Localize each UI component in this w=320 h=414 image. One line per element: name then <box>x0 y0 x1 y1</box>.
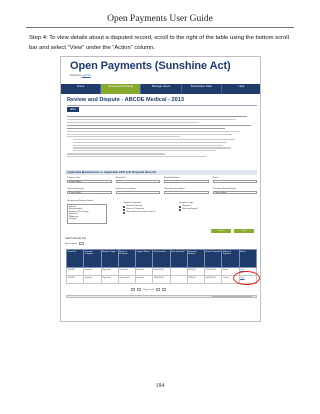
logout-link[interactable]: Log Out <box>82 74 91 77</box>
cell: $500.00 <box>186 267 206 276</box>
prev-page-button[interactable] <box>137 288 141 291</box>
table-row: 1001234 General Physician John Doe Initi… <box>65 267 258 276</box>
intro-paragraph <box>67 116 255 159</box>
cell: 05/05/2014 <box>152 267 171 276</box>
cell: 1001235 <box>65 275 85 284</box>
nav-manage-users[interactable]: Manage Users <box>141 84 182 94</box>
checkbox-icon[interactable] <box>123 211 125 214</box>
cell: $120.00 <box>186 275 206 284</box>
results-per-page: Show entries <box>65 242 84 245</box>
year-badge[interactable]: 2013 <box>67 107 79 112</box>
first-page-button[interactable] <box>131 288 135 291</box>
table-row: 1001235 General Physician Jane Smith Ini… <box>65 275 258 284</box>
next-page-button[interactable] <box>156 288 161 291</box>
cell: 05/06/2014 <box>152 275 171 284</box>
recipient-type-select[interactable]: Please Select <box>67 191 112 195</box>
payment-category-group: Payment Category General Payments Resear… <box>123 202 155 214</box>
cell: General <box>83 275 102 284</box>
col-recipient-type[interactable]: Recipient Type <box>100 249 119 268</box>
physician-first-name-input[interactable] <box>164 191 209 195</box>
col-reported-amount[interactable]: Reported Amount <box>186 249 206 268</box>
nav-review-dispute[interactable]: Review and Dispute <box>101 84 142 94</box>
table-header-row: Record ID Payment Category Recipient Typ… <box>65 249 258 268</box>
listbox-option[interactable]: Pending <box>69 218 105 221</box>
page-title: Review and Dispute - ABCDE Medical - 201… <box>67 97 184 103</box>
col-payment-category[interactable]: Payment Category <box>83 249 102 268</box>
recipient-type-group: Recipient Type Physician Teaching Hospit… <box>179 202 198 211</box>
checkbox-ownership[interactable]: Ownership or Investment Interest <box>123 211 155 214</box>
embedded-screenshot: Open Payments (Sunshine Act) Welcome Log… <box>60 56 261 322</box>
checkbox-label: Ownership or Investment Interest <box>126 211 156 213</box>
col-date-resolved[interactable]: Date Resolved <box>169 249 188 268</box>
col-date-of-payment[interactable]: Date of Payment <box>204 249 223 268</box>
pager-text: Page 1 of 1 <box>143 288 155 291</box>
cell: General <box>83 267 102 276</box>
search-button[interactable]: Search <box>211 229 231 234</box>
cell: Physician <box>100 275 119 284</box>
col-date-initiated[interactable]: Date Initiated <box>152 249 171 268</box>
title-divider <box>67 105 257 106</box>
col-record-id[interactable]: Record ID <box>65 249 85 268</box>
cell: 1001234 <box>65 267 85 276</box>
checkbox-icon[interactable] <box>179 205 181 208</box>
clear-button[interactable]: Clear <box>234 229 254 234</box>
checkbox-icon[interactable] <box>123 205 125 208</box>
name-input[interactable] <box>212 180 257 184</box>
checkbox-icon[interactable] <box>123 208 125 211</box>
cell: Jane Smith <box>117 275 137 284</box>
welcome-text: Welcome <box>70 74 81 77</box>
nav-submission-data[interactable]: Submission Data <box>182 84 222 94</box>
filters-section-heading: Applicable Manufacturer or Applicable GP… <box>65 170 257 175</box>
step-instruction: Step 4: To view details about a disputed… <box>29 35 289 51</box>
highlight-circle <box>233 271 260 285</box>
scroll-thumb[interactable] <box>212 296 252 299</box>
nav-home[interactable]: Home <box>61 84 102 94</box>
checkbox-icon[interactable] <box>179 208 181 211</box>
teaching-hospital-select[interactable]: Please Select <box>212 191 257 195</box>
app-header: Open Payments (Sunshine Act) Welcome Log… <box>61 57 260 84</box>
results-select-label: Show entries <box>65 242 78 245</box>
cell: Physician <box>100 267 119 276</box>
nav-help[interactable]: Help <box>222 84 260 94</box>
cell: Initiated <box>135 267 154 276</box>
record-id-input[interactable] <box>115 180 160 184</box>
physician-last-name-input[interactable] <box>115 191 160 195</box>
dispute-status-label: Review and Dispute Status <box>67 200 94 202</box>
page-number: 184 <box>155 383 165 389</box>
table-pager: Page 1 of 1 <box>131 288 167 291</box>
horizontal-scrollbar[interactable] <box>66 295 257 299</box>
last-page-button[interactable] <box>162 288 167 291</box>
results-select[interactable] <box>78 242 84 245</box>
checkbox-teaching-hospital[interactable]: Teaching Hospital <box>179 208 198 211</box>
reported-name-input[interactable] <box>164 180 209 184</box>
header-rule <box>26 27 294 28</box>
cell <box>169 267 188 276</box>
col-action[interactable]: Action <box>238 249 258 268</box>
col-dispute-status[interactable]: Dispute Status <box>135 249 154 268</box>
disputed-records-table: Record ID Payment Category Recipient Typ… <box>65 249 258 284</box>
app-subtitle: Welcome Log Out <box>70 74 91 77</box>
program-year-select[interactable]: Please Select <box>67 180 112 184</box>
results-heading: Search Results (12) <box>65 237 87 240</box>
document-header: Open Payments User Guide <box>107 14 213 24</box>
cell: Initiated <box>135 275 154 284</box>
filter-row-2: Type of Recipient Please Select Physicia… <box>67 188 257 195</box>
cell: John Doe <box>117 267 137 276</box>
app-title: Open Payments (Sunshine Act) <box>70 60 231 72</box>
dispute-status-listbox[interactable]: Initiated Acknowledged Resolved, No Chan… <box>67 204 107 224</box>
cell: 02/15/2013 <box>204 267 223 276</box>
checkbox-label: Teaching Hospital <box>182 208 198 210</box>
filter-row-1: Program Year Please Select Record ID Rep… <box>67 177 257 184</box>
col-nature-of-payment[interactable]: Nature of Payment <box>221 249 240 268</box>
cell <box>169 275 188 284</box>
main-nav: Home Review and Dispute Manage Users Sub… <box>61 84 260 94</box>
col-recipient-name[interactable]: Name of Recipient <box>117 249 137 268</box>
cell: 03/10/2013 <box>204 275 223 284</box>
